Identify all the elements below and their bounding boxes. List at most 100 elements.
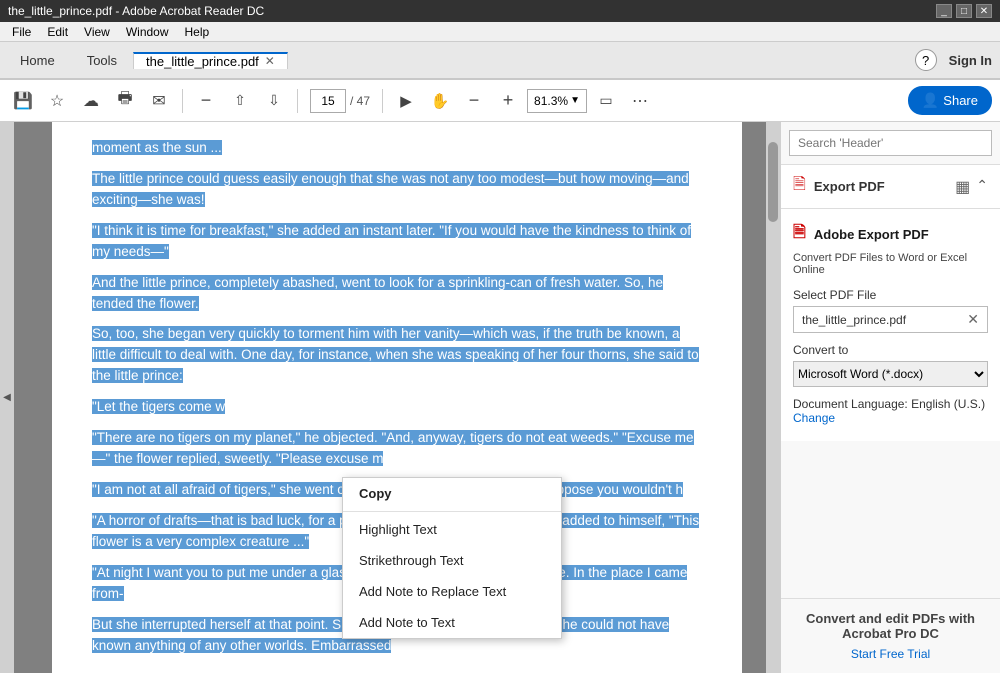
pdf-scrollbar-v[interactable] — [766, 122, 780, 673]
remove-file-button[interactable]: ✕ — [967, 311, 979, 328]
toolbar: 💾 ☆ ☁ 🖶 ✉ − ⇧ ⇩ 15 / 47 ▶ ✋ − + 81.3% ▼ … — [0, 80, 1000, 122]
tab-bar: Home Tools the_little_prince.pdf ✕ ? Sig… — [0, 42, 1000, 80]
pdf-para-0: moment as the sun ... — [92, 138, 702, 159]
cloud-button[interactable]: ☁ — [76, 86, 106, 116]
signin-button[interactable]: Sign In — [949, 53, 992, 68]
hand-tool[interactable]: ✋ — [425, 86, 455, 116]
export-service-title: 🗎 Adobe Export PDF — [793, 221, 988, 248]
copy-icon[interactable]: ▦ — [955, 177, 970, 197]
ctx-divider-1 — [343, 511, 561, 512]
pdf-para-5: "Let the tigers come w — [92, 397, 702, 418]
tab-close-button[interactable]: ✕ — [265, 54, 275, 68]
text-selected-4: So, too, she began very quickly to torme… — [92, 326, 699, 383]
file-label: Select PDF File — [793, 288, 988, 302]
page-number-input[interactable]: 15 — [310, 89, 346, 113]
menu-view[interactable]: View — [76, 23, 118, 41]
text-selected-5: "Let the tigers come w — [92, 399, 225, 414]
save-button[interactable]: 💾 — [8, 86, 38, 116]
pdf-page: moment as the sun ... The little prince … — [52, 122, 742, 673]
share-button[interactable]: 👤 Share — [908, 86, 992, 115]
toolbar-sep2 — [297, 89, 298, 113]
left-panel-toggle[interactable]: ◀ — [0, 122, 14, 673]
fit-page-button[interactable]: ▭ — [591, 86, 621, 116]
next-page-button[interactable]: ⇩ — [259, 86, 289, 116]
menu-edit[interactable]: Edit — [39, 23, 76, 41]
menu-help[interactable]: Help — [177, 23, 218, 41]
pdf-para-2: "I think it is time for breakfast," she … — [92, 221, 702, 263]
ctx-add-note[interactable]: Add Note to Text — [343, 607, 561, 638]
selected-file-name: the_little_prince.pdf — [802, 313, 963, 327]
tab-pdf-label: the_little_prince.pdf — [146, 54, 259, 69]
change-language-link[interactable]: Change — [793, 411, 835, 425]
convert-label: Convert to — [793, 343, 988, 357]
promo-title: Convert and edit PDFs with Acrobat Pro D… — [793, 611, 988, 641]
export-pdf-icon: 🗎 — [793, 173, 806, 200]
ctx-add-note-replace[interactable]: Add Note to Replace Text — [343, 576, 561, 607]
scroll-thumb-v[interactable] — [768, 142, 778, 222]
prev-page-button[interactable]: ⇧ — [225, 86, 255, 116]
panel-search-input[interactable] — [789, 130, 992, 156]
text-selected-1: The little prince could guess easily eno… — [92, 171, 689, 207]
page-navigation: 15 / 47 — [310, 89, 370, 113]
export-panel-body: 🗎 Adobe Export PDF Convert PDF Files to … — [781, 209, 1000, 441]
menu-file[interactable]: File — [4, 23, 39, 41]
pdf-para-6: "There are no tigers on my planet," he o… — [92, 428, 702, 470]
help-button[interactable]: ? — [915, 49, 937, 71]
share-icon: 👤 — [922, 92, 939, 109]
tab-nav: Home Tools the_little_prince.pdf ✕ — [4, 42, 288, 78]
free-trial-link[interactable]: Start Free Trial — [851, 647, 930, 661]
page-total: / 47 — [350, 94, 370, 108]
context-menu: Copy Highlight Text Strikethrough Text A… — [342, 477, 562, 639]
tab-tools[interactable]: Tools — [71, 42, 133, 78]
text-selected-0: moment as the sun ... — [92, 140, 222, 155]
ctx-highlight[interactable]: Highlight Text — [343, 514, 561, 545]
select-tool[interactable]: ▶ — [391, 86, 421, 116]
text-selected-2: "I think it is time for breakfast," she … — [92, 223, 691, 259]
export-panel-section: 🗎 Export PDF ▦ ⌃ 🗎 Adobe Export PDF Conv… — [781, 165, 1000, 441]
title-bar: the_little_prince.pdf - Adobe Acrobat Re… — [0, 0, 1000, 22]
zoom-out-button[interactable]: − — [191, 86, 221, 116]
pdf-para-4: So, too, she began very quickly to torme… — [92, 324, 702, 387]
text-selected-3: And the little prince, completely abashe… — [92, 275, 663, 311]
right-panel: 🗎 Export PDF ▦ ⌃ 🗎 Adobe Export PDF Conv… — [780, 122, 1000, 673]
export-panel-header: 🗎 Export PDF ▦ ⌃ — [781, 165, 1000, 209]
tab-home[interactable]: Home — [4, 42, 71, 78]
more-tools-button[interactable]: ⋯ — [625, 86, 655, 116]
menu-bar: File Edit View Window Help — [0, 22, 1000, 42]
zoom-out-btn2[interactable]: − — [459, 86, 489, 116]
zoom-in-btn[interactable]: + — [493, 86, 523, 116]
export-panel-title: Export PDF — [814, 179, 885, 194]
bookmark-button[interactable]: ☆ — [42, 86, 72, 116]
zoom-dropdown-icon: ▼ — [570, 95, 580, 106]
pdf-para-3: And the little prince, completely abashe… — [92, 273, 702, 315]
export-service-desc: Convert PDF Files to Word or Excel Onlin… — [793, 252, 988, 276]
tab-pdf[interactable]: the_little_prince.pdf ✕ — [133, 52, 288, 69]
minimize-button[interactable]: _ — [936, 4, 952, 18]
ctx-strikethrough[interactable]: Strikethrough Text — [343, 545, 561, 576]
print-button[interactable]: 🖶 — [110, 86, 140, 116]
close-button[interactable]: ✕ — [976, 4, 992, 18]
tab-bar-right: ? Sign In — [915, 42, 1000, 78]
title-bar-title: the_little_prince.pdf - Adobe Acrobat Re… — [8, 4, 264, 18]
main-layout: ◀ moment as the sun ... The little princ… — [0, 122, 1000, 673]
zoom-display[interactable]: 81.3% ▼ — [527, 89, 587, 113]
text-selected-6: "There are no tigers on my planet," he o… — [92, 430, 694, 466]
export-service-icon: 🗎 — [793, 221, 806, 248]
promo-section: Convert and edit PDFs with Acrobat Pro D… — [781, 598, 1000, 673]
zoom-value: 81.3% — [534, 94, 568, 108]
email-button[interactable]: ✉ — [144, 86, 174, 116]
selected-file-row: the_little_prince.pdf ✕ — [793, 306, 988, 333]
convert-format-select[interactable]: Microsoft Word (*.docx) — [793, 361, 988, 387]
panel-collapse-button[interactable]: ⌃ — [976, 177, 988, 197]
pdf-area: moment as the sun ... The little prince … — [14, 122, 780, 673]
maximize-button[interactable]: □ — [956, 4, 972, 18]
pdf-para-1: The little prince could guess easily eno… — [92, 169, 702, 211]
ctx-copy[interactable]: Copy — [343, 478, 561, 509]
toolbar-sep1 — [182, 89, 183, 113]
menu-window[interactable]: Window — [118, 23, 177, 41]
doc-language: Document Language: English (U.S.) Change — [793, 397, 988, 425]
toolbar-sep3 — [382, 89, 383, 113]
share-label: Share — [943, 93, 978, 108]
panel-search-area — [781, 122, 1000, 165]
title-bar-controls: _ □ ✕ — [936, 4, 992, 18]
